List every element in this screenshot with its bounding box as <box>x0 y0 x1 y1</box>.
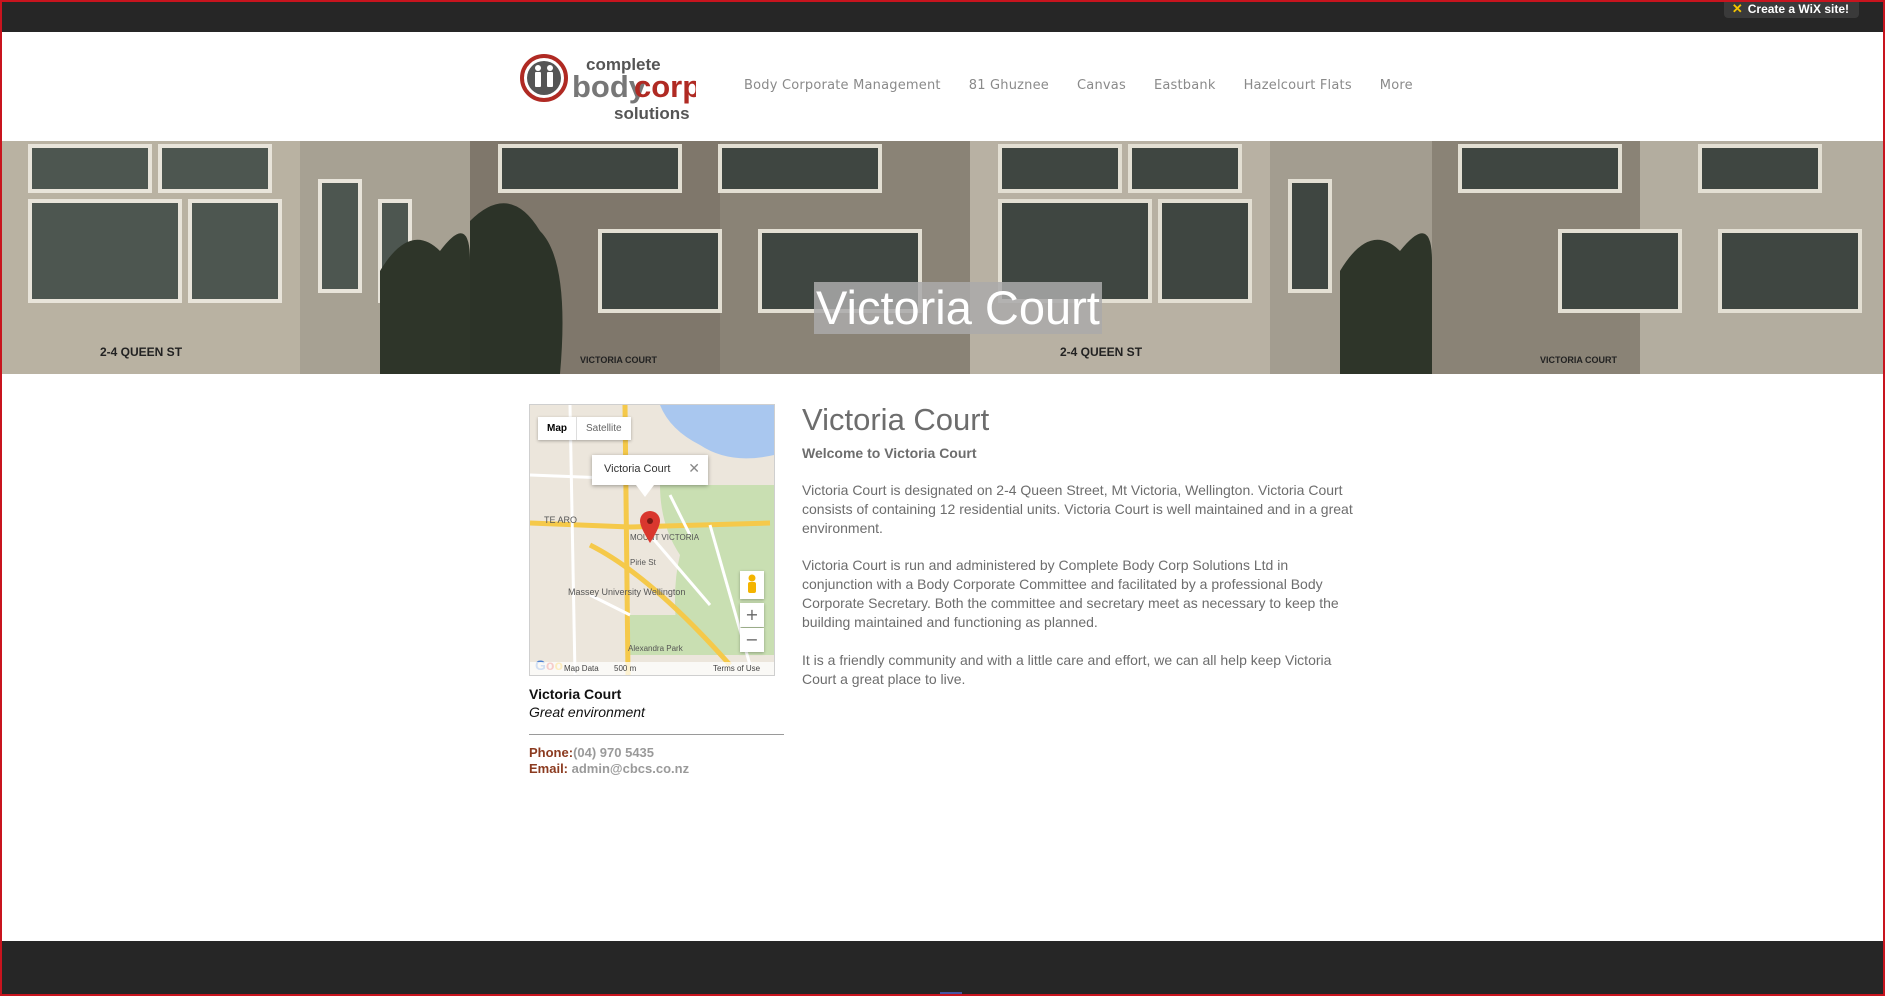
banner-title: Victoria Court <box>814 281 1102 334</box>
paragraph-intro: Victoria Court is designated on 2-4 Quee… <box>802 482 1353 536</box>
svg-text:Alexandra Park: Alexandra Park <box>628 644 684 653</box>
site-logo[interactable]: complete body corp solutions <box>520 52 701 124</box>
paragraph-community: It is a friendly community and with a li… <box>802 652 1332 687</box>
logo-solutions: solutions <box>614 104 690 123</box>
email-row: Email: admin@cbcs.co.nz <box>529 761 689 776</box>
svg-text:MOUNT VICTORIA: MOUNT VICTORIA <box>630 533 700 542</box>
nav-hazelcourt-flats[interactable]: Hazelcourt Flats <box>1244 78 1352 93</box>
street-view-pegman-icon[interactable] <box>740 571 764 599</box>
page-subtitle: Welcome to Victoria Court <box>802 445 977 461</box>
wix-top-bar: ✕ Create a WiX site! <box>0 0 1885 32</box>
terms-of-use-link[interactable]: Terms of Use <box>713 664 760 673</box>
google-map[interactable]: TE ARO MOUNT VICTORIA Massey University … <box>529 404 775 676</box>
footer-mark <box>940 992 962 996</box>
nav-more[interactable]: More <box>1380 78 1413 93</box>
plate-center: VICTORIA COURT <box>580 355 658 365</box>
svg-text:TE ARO: TE ARO <box>544 515 577 525</box>
sign-center: 2-4 QUEEN ST <box>1060 345 1143 359</box>
plate-right: VICTORIA COURT <box>1540 355 1618 365</box>
banner-image: 2-4 QUEEN ST VICTORIA COURT 2-4 QUEEN ST… <box>0 141 1885 374</box>
info-window-title: Victoria Court <box>604 463 671 475</box>
map-type-map[interactable]: Map <box>538 417 576 440</box>
phone-row: Phone:(04) 970 5435 <box>529 745 654 760</box>
svg-text:Pirie St: Pirie St <box>630 558 657 567</box>
zoom-out-button[interactable]: − <box>740 628 764 652</box>
nav-body-corporate-management[interactable]: Body Corporate Management <box>744 78 941 93</box>
hero-banner: 2-4 QUEEN ST VICTORIA COURT 2-4 QUEEN ST… <box>0 141 1885 374</box>
site-footer <box>0 941 1885 996</box>
map-type-satellite[interactable]: Satellite <box>576 417 631 440</box>
phone-label: Phone: <box>529 745 574 760</box>
zoom-in-button[interactable]: + <box>740 603 764 627</box>
phone-value[interactable]: (04) 970 5435 <box>573 745 654 760</box>
paragraph-administration: Victoria Court is run and administered b… <box>802 557 1339 630</box>
map-data-link[interactable]: Map Data <box>564 664 599 673</box>
map-footer: Map Data 500 m Terms of Use <box>530 662 774 675</box>
map-type-control: Map Satellite <box>538 417 631 440</box>
nav-canvas[interactable]: Canvas <box>1077 78 1126 93</box>
svg-text:Massey University Wellington: Massey University Wellington <box>568 587 685 597</box>
map-info-window: Victoria Court ✕ <box>592 455 708 497</box>
email-link[interactable]: admin@cbcs.co.nz <box>572 761 689 776</box>
divider <box>529 734 784 735</box>
nav-81-ghuznee[interactable]: 81 Ghuznee <box>969 78 1049 93</box>
close-icon[interactable]: ✕ <box>688 460 700 477</box>
map-tiles: TE ARO MOUNT VICTORIA Massey University … <box>530 405 774 675</box>
page-title: Victoria Court <box>802 402 990 437</box>
sign-left: 2-4 QUEEN ST <box>100 345 183 359</box>
place-name: Victoria Court <box>529 686 622 702</box>
create-wix-site-label: Create a WiX site! <box>1747 2 1849 16</box>
close-icon[interactable]: ✕ <box>1732 1 1743 17</box>
logo-corp: corp <box>634 69 696 104</box>
create-wix-site-button[interactable]: ✕ Create a WiX site! <box>1723 0 1859 18</box>
place-tagline: Great environment <box>529 704 645 720</box>
map-scale: 500 m <box>614 664 637 673</box>
main-nav: Body Corporate Management 81 Ghuznee Can… <box>744 78 1413 93</box>
email-label: Email: <box>529 761 569 776</box>
nav-eastbank[interactable]: Eastbank <box>1154 78 1216 93</box>
